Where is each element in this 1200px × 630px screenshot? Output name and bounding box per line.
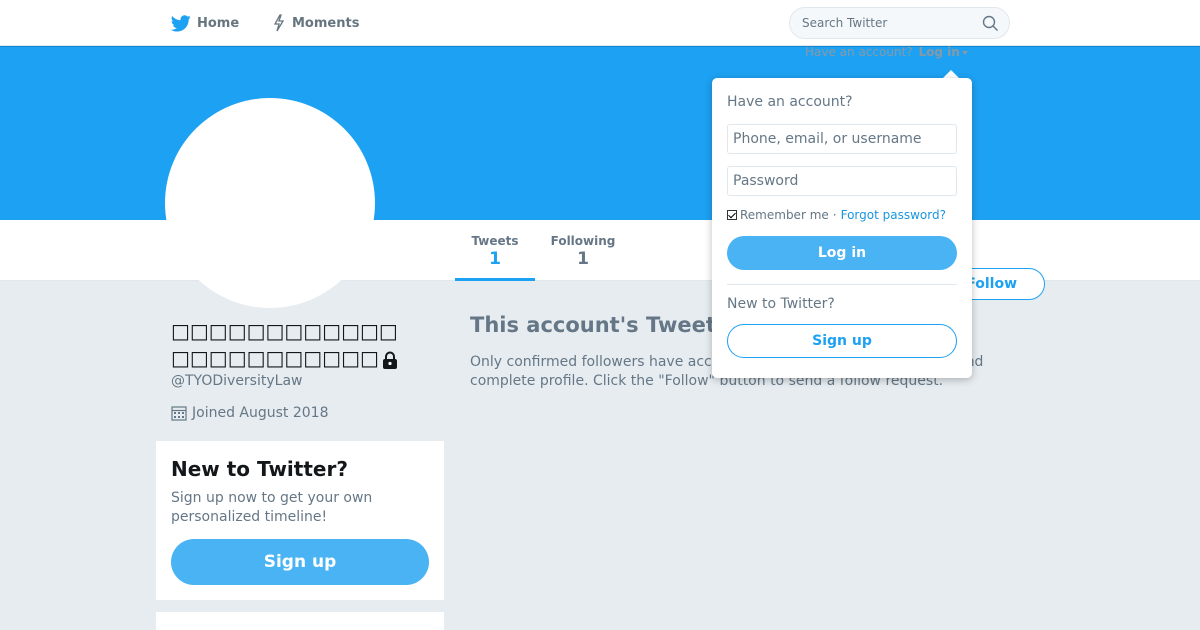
login-dropdown: Have an account? Remember me · Forgot pa… — [712, 78, 972, 378]
search-icon[interactable] — [982, 15, 999, 32]
nav-moments[interactable]: Moments — [272, 0, 359, 46]
signup-card: New to Twitter? Sign up now to get your … — [156, 441, 444, 600]
login-hint-text: Have an account? — [805, 45, 913, 59]
profile-handle[interactable]: @TYODiversityLaw — [171, 373, 302, 389]
forgot-password-link[interactable]: Forgot password? — [841, 208, 946, 222]
signup-card-button[interactable]: Sign up — [171, 539, 429, 585]
dropdown-divider — [727, 284, 957, 285]
profile-joined: Joined August 2018 — [171, 405, 328, 421]
stat-tweets-value: 1 — [489, 249, 501, 269]
calendar-icon — [171, 406, 187, 421]
dropdown-signup-button[interactable]: Sign up — [727, 324, 957, 358]
username-input[interactable] — [727, 124, 957, 154]
display-name-text: □□□□□□□□□□□□□□□□□□□□□□□ — [171, 319, 398, 370]
caret-down-icon — [961, 50, 968, 55]
link-separator: · — [832, 208, 837, 222]
avatar[interactable] — [165, 98, 375, 308]
remember-row: Remember me · Forgot password? — [727, 208, 946, 222]
signup-card-title: New to Twitter? — [171, 457, 348, 481]
stat-following-label: Following — [550, 234, 616, 248]
remember-me-checkbox[interactable] — [727, 210, 737, 220]
nav-home[interactable]: Home — [171, 0, 239, 46]
joined-text: Joined August 2018 — [192, 405, 329, 421]
lightning-icon — [273, 14, 285, 32]
stat-tweets[interactable]: Tweets 1 — [455, 220, 535, 281]
stat-following[interactable]: Following 1 — [543, 220, 623, 281]
twitter-bird-icon — [171, 14, 191, 31]
login-toggle[interactable]: Log in — [918, 45, 968, 59]
remember-me-label[interactable]: Remember me — [740, 208, 829, 222]
lock-icon — [382, 351, 397, 369]
stat-tweets-label: Tweets — [471, 234, 519, 248]
search-input[interactable] — [790, 8, 970, 38]
login-dropdown-heading: Have an account? — [727, 94, 853, 110]
login-link-label: Log in — [918, 45, 960, 59]
nav-moments-label: Moments — [292, 15, 360, 31]
nav-home-label: Home — [197, 15, 240, 31]
top-navigation: Home Moments — [0, 0, 1200, 46]
password-input[interactable] — [727, 166, 957, 196]
signup-card-text: Sign up now to get your own personalized… — [171, 490, 373, 525]
next-card — [156, 612, 444, 630]
search-box — [789, 7, 1010, 39]
new-to-twitter-label: New to Twitter? — [727, 296, 835, 312]
stat-following-value: 1 — [577, 249, 589, 269]
login-hint: Have an account? Log in — [805, 45, 968, 59]
login-button[interactable]: Log in — [727, 236, 957, 270]
profile-display-name: □□□□□□□□□□□□□□□□□□□□□□□ — [171, 318, 416, 372]
